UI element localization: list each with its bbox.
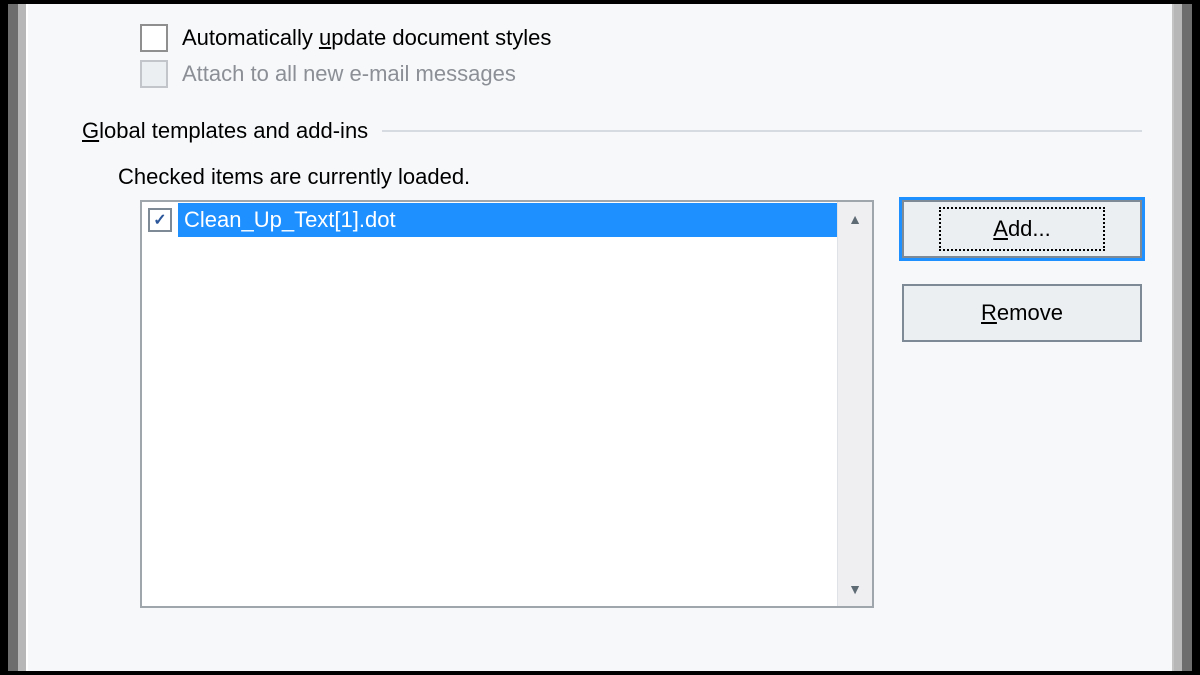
checkbox-label: Automatically update document styles <box>182 25 551 51</box>
divider <box>382 130 1142 132</box>
group-subcaption: Checked items are currently loaded. <box>118 164 1142 190</box>
scroll-up-icon[interactable]: ▲ <box>838 202 872 236</box>
checkbox-attach-email: Attach to all new e-mail messages <box>140 60 1142 88</box>
checkbox-icon <box>140 24 168 52</box>
checkmark-icon: ✓ <box>153 210 166 230</box>
scrollbar[interactable]: ▲ ▼ <box>837 202 872 606</box>
checkbox-auto-update-styles[interactable]: Automatically update document styles <box>140 24 1142 52</box>
checkbox-icon <box>140 60 168 88</box>
checkbox-icon[interactable]: ✓ <box>148 208 172 232</box>
scroll-down-icon[interactable]: ▼ <box>838 572 872 606</box>
remove-button[interactable]: Remove <box>902 284 1142 342</box>
dialog-body: Automatically update document styles Att… <box>26 4 1174 671</box>
list-item[interactable]: ✓ Clean_Up_Text[1].dot <box>142 202 838 238</box>
add-button[interactable]: Add... <box>902 200 1142 258</box>
addins-listbox[interactable]: ✓ Clean_Up_Text[1].dot ▲ ▼ <box>140 200 874 608</box>
group-global-templates: Global templates and add-ins <box>82 118 1142 144</box>
checkbox-label: Attach to all new e-mail messages <box>182 61 516 87</box>
group-title: Global templates and add-ins <box>82 118 368 144</box>
list-item-label: Clean_Up_Text[1].dot <box>178 203 838 237</box>
